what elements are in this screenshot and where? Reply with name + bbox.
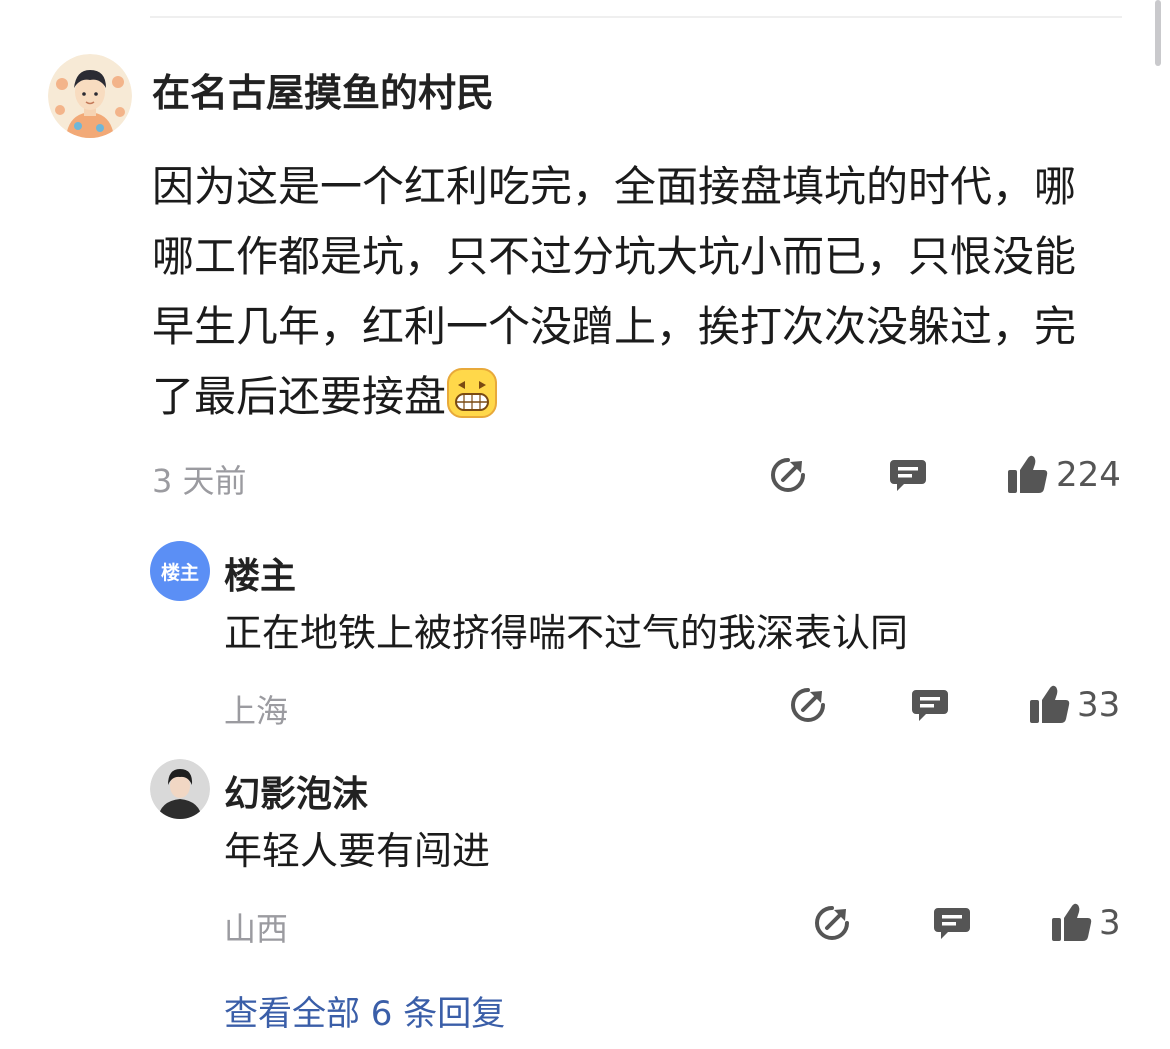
comment-time: 3 天前 [152, 462, 247, 500]
reply-author[interactable]: 幻影泡沫 [224, 765, 368, 817]
reply-author[interactable]: 楼主 [224, 547, 296, 599]
owner-badge-label: 楼主 [160, 561, 199, 584]
owner-avatar-badge[interactable]: 楼主 [150, 541, 210, 601]
scrollbar[interactable] [1155, 0, 1161, 66]
share-icon[interactable] [788, 685, 828, 725]
thumbs-up-icon[interactable] [1050, 901, 1094, 943]
reply-text: 正在地铁上被挤得喘不过气的我深表认同 [224, 611, 909, 655]
reply-avatar[interactable] [150, 759, 210, 819]
like-count: 224 [1056, 455, 1121, 495]
comment-text: 因为这是一个红利吃完，全面接盘填坑的时代，哪哪工作都是坑，只不过分坑大坑小而已，… [152, 152, 1102, 432]
thumbs-up-icon[interactable] [1028, 683, 1072, 725]
share-icon[interactable] [812, 903, 852, 943]
reply-text: 年轻人要有闯进 [224, 829, 491, 873]
reply-location: 上海 [224, 692, 289, 730]
comment-icon[interactable] [932, 903, 972, 943]
comment-icon[interactable] [888, 455, 928, 495]
thumbs-up-icon[interactable] [1006, 453, 1050, 495]
view-all-replies-link[interactable]: 查看全部 6 条回复 [224, 986, 505, 1035]
share-icon[interactable] [768, 455, 808, 495]
comment-icon[interactable] [910, 685, 950, 725]
author-avatar[interactable] [48, 54, 132, 138]
like-count: 3 [1099, 903, 1121, 943]
like-count: 33 [1077, 685, 1121, 725]
comment-author[interactable]: 在名古屋摸鱼的村民 [152, 66, 494, 120]
comment-body: 因为这是一个红利吃完，全面接盘填坑的时代，哪哪工作都是坑，只不过分坑大坑小而已，… [152, 162, 1077, 421]
reply-location: 山西 [224, 910, 289, 948]
top-divider [150, 16, 1122, 18]
grin-emoji-icon [447, 368, 498, 418]
